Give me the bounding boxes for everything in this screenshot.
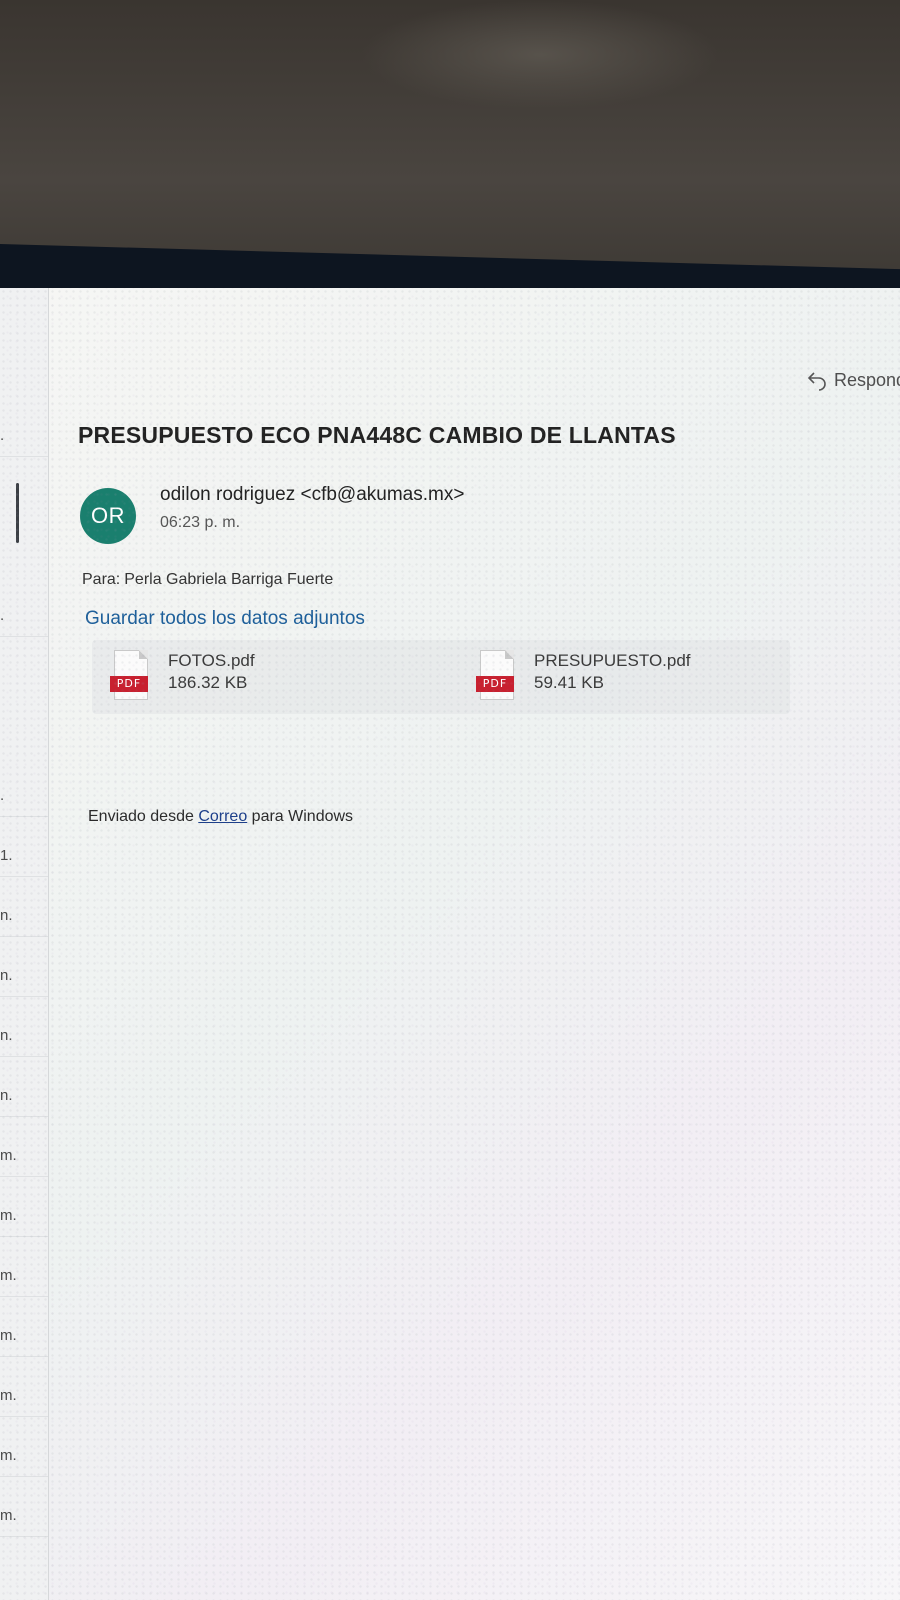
email-signature: Enviado desde Correo para Windows [88, 808, 353, 826]
attachment-name: FOTOS.pdf [168, 651, 255, 670]
sent-time: 06:23 p. m. [160, 514, 241, 531]
attachment-meta: PRESUPUESTO.pdf 59.41 KB [534, 650, 691, 694]
message-list-item[interactable]: . [0, 758, 48, 817]
message-list-edge: . . . 1. n. n. n. n. m. m. m. m. m. m. m… [0, 288, 49, 1600]
attachment-item[interactable]: PDF FOTOS.pdf 186.32 KB [110, 650, 255, 706]
message-list-item[interactable]: n. [0, 878, 48, 937]
attachment-item[interactable]: PDF PRESUPUESTO.pdf 59.41 KB [476, 650, 691, 706]
pdf-file-icon: PDF [476, 650, 516, 700]
attachment-size: 59.41 KB [534, 673, 604, 692]
message-list-item[interactable]: n. [0, 998, 48, 1057]
attachments-panel: PDF FOTOS.pdf 186.32 KB PDF PRESUPUESTO.… [92, 640, 790, 714]
photo-scene: . . . 1. n. n. n. n. m. m. m. m. m. m. m… [0, 0, 900, 1600]
reply-label: Respond [834, 369, 900, 390]
message-list-item[interactable]: m. [0, 1238, 48, 1297]
signature-suffix: para Windows [251, 808, 354, 825]
message-list-item[interactable]: 1. [0, 818, 48, 877]
message-list-item[interactable]: n. [0, 938, 48, 997]
attachment-name: PRESUPUESTO.pdf [534, 651, 691, 670]
message-list-item[interactable]: . [0, 398, 48, 457]
to-label: Para: [82, 571, 121, 588]
signature-prefix: Enviado desde [88, 808, 194, 825]
email-subject: PRESUPUESTO ECO PNA448C CAMBIO DE LLANTA… [78, 422, 676, 448]
ceiling-shadow [360, 0, 720, 110]
message-list-item[interactable]: m. [0, 1478, 48, 1537]
message-list-item[interactable]: m. [0, 1358, 48, 1417]
mail-window: . . . 1. n. n. n. n. m. m. m. m. m. m. m… [0, 288, 900, 1600]
pdf-badge: PDF [476, 676, 514, 692]
recipient-line: Para: Perla Gabriela Barriga Fuerte [82, 571, 333, 589]
pdf-badge: PDF [110, 676, 148, 692]
message-list-item[interactable]: n. [0, 1058, 48, 1117]
save-all-attachments-link[interactable]: Guardar todos los datos adjuntos [85, 608, 365, 630]
recipient-name[interactable]: Perla Gabriela Barriga Fuerte [124, 571, 333, 588]
attachment-size: 186.32 KB [168, 673, 248, 692]
sender-name[interactable]: odilon rodriguez <cfb@akumas.mx> [160, 484, 464, 506]
reply-button[interactable]: Respond [806, 366, 900, 394]
message-list-item[interactable]: m. [0, 1118, 48, 1177]
message-list-item[interactable]: m. [0, 1418, 48, 1477]
pdf-file-icon: PDF [110, 650, 150, 700]
message-list-item[interactable]: m. [0, 1178, 48, 1237]
avatar[interactable]: OR [80, 488, 136, 544]
reply-icon [806, 369, 828, 391]
file-page-shape [114, 650, 148, 700]
mail-app-link[interactable]: Correo [198, 808, 247, 825]
message-list-item[interactable]: m. [0, 1298, 48, 1357]
message-list-item[interactable]: . [0, 578, 48, 637]
selected-message-indicator [16, 483, 19, 543]
file-page-shape [480, 650, 514, 700]
attachment-meta: FOTOS.pdf 186.32 KB [168, 650, 255, 694]
